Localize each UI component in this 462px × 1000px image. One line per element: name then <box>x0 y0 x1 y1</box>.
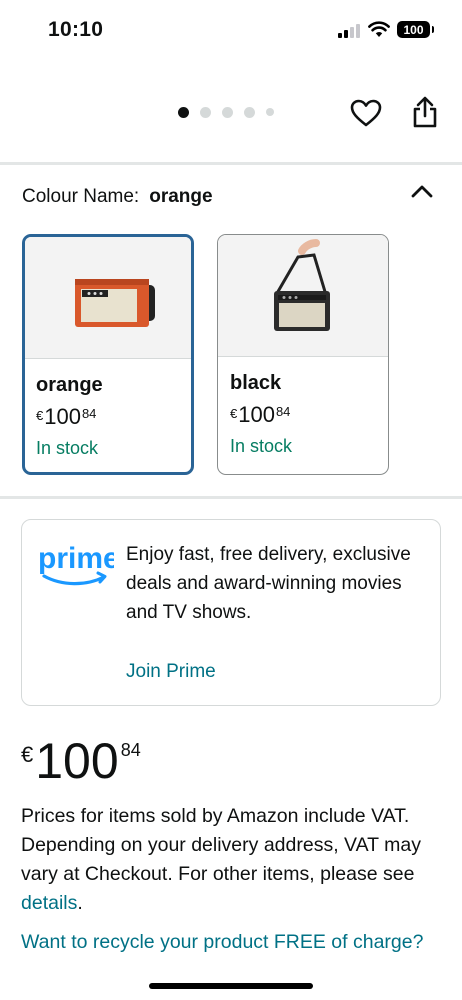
product-thumbnail-orange <box>25 237 191 359</box>
recycle-link[interactable]: Want to recycle your product FREE of cha… <box>21 928 441 957</box>
join-prime-link[interactable]: Join Prime <box>126 661 216 683</box>
heart-icon <box>350 99 382 127</box>
price-whole: 100 <box>44 404 81 429</box>
battery-level: 100 <box>403 22 424 37</box>
price-fraction: 84 <box>275 404 291 419</box>
pagination-dot[interactable] <box>244 106 255 118</box>
prime-banner: prime Enjoy fast, free delivery, exclusi… <box>21 519 441 706</box>
pagination-dot[interactable] <box>200 106 211 118</box>
price-fraction: 84 <box>81 406 97 421</box>
image-pagination[interactable] <box>178 106 274 118</box>
signal-icon <box>338 24 362 38</box>
swatch-name: black <box>230 372 282 394</box>
swatch-price: € 100 84 <box>230 402 388 428</box>
wifi-icon <box>368 21 390 37</box>
stock-status: In stock <box>36 438 99 458</box>
prime-description: Enjoy fast, free delivery, exclusive dea… <box>126 544 411 623</box>
colour-label: Colour Name: orange <box>22 186 213 208</box>
price-whole: 100 <box>35 733 119 789</box>
share-icon <box>413 96 437 128</box>
product-price: € 100 84 <box>21 736 141 786</box>
prime-logo-text: prime <box>38 542 114 575</box>
divider <box>0 162 462 165</box>
currency-symbol: € <box>21 742 34 767</box>
battery-icon: 100 <box>397 21 434 38</box>
speaker-image <box>75 279 155 327</box>
price-whole: 100 <box>238 402 275 427</box>
currency-symbol: € <box>230 406 238 421</box>
collapse-button[interactable] <box>408 178 436 204</box>
divider <box>0 496 462 499</box>
currency-symbol: € <box>36 408 44 423</box>
vat-notice-end: . <box>77 892 83 914</box>
chevron-up-icon <box>411 185 433 198</box>
pagination-dot[interactable] <box>222 106 233 118</box>
price-fraction: 84 <box>120 740 141 760</box>
details-link[interactable]: details <box>21 892 77 914</box>
speaker-image <box>274 239 330 331</box>
selected-colour: orange <box>149 186 213 207</box>
vat-notice-text: Prices for items sold by Amazon include … <box>21 805 421 885</box>
home-indicator[interactable] <box>149 983 313 989</box>
pagination-dot[interactable] <box>178 106 189 118</box>
share-button[interactable] <box>408 94 442 130</box>
swatch-name: orange <box>36 374 103 396</box>
pagination-dot[interactable] <box>266 108 274 116</box>
colour-option-orange[interactable]: orange € 100 84 In stock <box>22 234 194 475</box>
status-bar: 10:10 100 <box>0 0 462 62</box>
colour-option-black[interactable]: black € 100 84 In stock <box>217 234 389 475</box>
wishlist-button[interactable] <box>348 96 384 130</box>
vat-notice: Prices for items sold by Amazon include … <box>21 802 441 918</box>
status-time: 10:10 <box>48 18 104 41</box>
prime-logo: prime <box>38 542 114 586</box>
product-thumbnail-black <box>218 235 388 357</box>
swatch-price: € 100 84 <box>36 404 191 430</box>
colour-label-text: Colour Name: <box>22 186 140 207</box>
stock-status: In stock <box>230 436 293 456</box>
